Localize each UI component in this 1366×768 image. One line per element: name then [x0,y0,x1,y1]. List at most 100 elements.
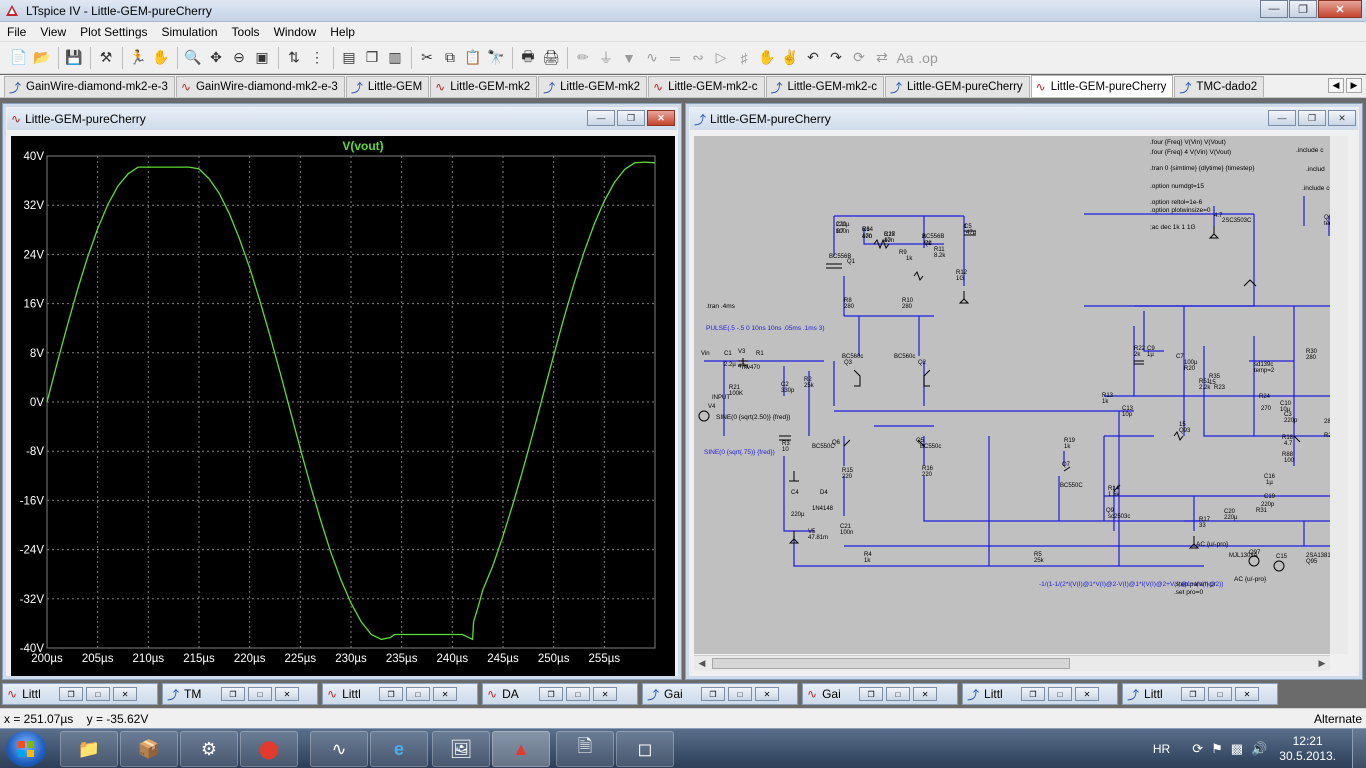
spice-directive[interactable]: .include co [1302,185,1333,192]
move-icon[interactable]: ✋ [756,47,778,69]
restore-button[interactable]: ❐ [1289,0,1317,18]
spice-directive[interactable]: .four {Freq} 4 V(Vin) V(Vout) [1150,149,1231,156]
minimized-window[interactable]: ⤴ Gai ❐ □ ✕ [642,683,798,705]
sync-icon[interactable]: ⟳ [1192,741,1203,757]
component-label[interactable]: 220 [842,474,853,480]
tab-gainwire-schematic[interactable]: ⤴ GainWire-diamond-mk2-e-3 [4,76,175,97]
pan-hand-icon[interactable]: ✋ [150,47,172,69]
component-label[interactable]: 25k [804,383,815,389]
spice-directive[interactable]: ;ac dec 1k 1 1G [1150,224,1196,231]
tab-little-gem-purecherry-plot[interactable]: ∿ Little-GEM-pureCherry [1030,75,1174,97]
menu-tools[interactable]: Tools [225,25,267,39]
component-label[interactable]: 270 [1261,406,1272,412]
component-label[interactable]: Q97 [1249,550,1261,556]
label-net-icon[interactable]: ▼ [618,47,640,69]
maximize-icon[interactable]: □ [1208,687,1233,701]
menu-plot-settings[interactable]: Plot Settings [73,25,154,39]
component-label[interactable]: 280 [1306,355,1317,361]
taskbar-word[interactable]: 🗎 [556,731,614,767]
component-label[interactable]: 2k [1134,352,1141,358]
component-label[interactable]: 10 [782,447,789,453]
component-label[interactable]: C14 [862,227,874,233]
menu-simulation[interactable]: Simulation [155,25,225,39]
ground-icon[interactable]: ⏚ [595,47,617,69]
component-label[interactable]: V4 [708,404,716,410]
component-label[interactable]: 220µ [791,512,805,518]
waveform-chart[interactable]: 200µs 205µs 210µs 215µs 220µs 225µs 230µs 235µs… [11,136,675,676]
volume-icon[interactable]: 🔊 [1251,741,1267,757]
copy-icon[interactable]: ⧉ [439,47,461,69]
maximize-icon[interactable]: □ [248,687,273,701]
component-icon[interactable]: ♯ [733,47,755,69]
component-label[interactable]: BC550c [920,444,941,450]
close-icon[interactable]: ✕ [1235,687,1260,701]
close-icon[interactable]: ✕ [755,687,780,701]
taskbar-internet-explorer[interactable]: e [370,731,428,767]
find-icon[interactable]: 🔭 [485,47,507,69]
minimize-button[interactable]: — [1268,110,1296,126]
tab-little-gem-mk2-c-plot[interactable]: ∿ Little-GEM-mk2-c [648,76,765,97]
tab-gainwire-plot[interactable]: ∿ GainWire-diamond-mk2-e-3 [175,76,345,97]
component-label[interactable]: C1 [724,351,732,357]
component-label[interactable]: V1 [924,241,932,247]
component-label[interactable]: 1k [864,558,871,564]
restore-icon[interactable]: ❐ [221,687,246,701]
text-icon[interactable]: Aa [894,47,916,69]
save-icon[interactable]: 💾 [63,47,85,69]
source-value[interactable]: AC {u/-pro} [1234,576,1267,583]
restore-icon[interactable]: ❐ [59,687,84,701]
component-label[interactable]: C19 [1264,494,1276,500]
mark-icon[interactable]: ⋮ [306,47,328,69]
trace-label[interactable]: V(vout) [342,139,383,153]
restore-icon[interactable]: ❐ [539,687,564,701]
taskbar-app-window[interactable]: 🖼 [432,731,490,767]
component-label[interactable]: 2SC3503C [1222,218,1252,224]
draw-wire-icon[interactable]: ✏ [572,47,594,69]
taskbar-app-orange[interactable]: 📦 [120,731,178,767]
component-label[interactable]: C15 [1276,554,1288,560]
component-label[interactable]: 1k [1064,444,1071,450]
resistor-icon[interactable]: ∿ [641,47,663,69]
tab-little-gem-mk2-c[interactable]: ⤴ Little-GEM-mk2-c [765,76,884,97]
component-label[interactable]: Q7 [1062,462,1071,468]
component-label[interactable]: mv470 [742,365,761,371]
clock[interactable]: 12:21 30.5.2013. [1279,734,1336,764]
source-value[interactable]: -1/(1-1/(2*I(V(I)@1*V(I)@2-V(I)@1*I(V(I)… [1039,581,1223,588]
minimize-button[interactable]: — [587,110,615,126]
close-icon[interactable]: ✕ [433,687,458,701]
component-label[interactable]: R23 [1214,385,1226,391]
component-label[interactable]: 4.7 [1284,441,1293,447]
close-button[interactable]: ✕ [1328,110,1356,126]
close-icon[interactable]: ✕ [593,687,618,701]
component-label[interactable]: 33 [1199,523,1206,529]
component-label[interactable]: R7 [836,229,844,235]
component-label[interactable]: R31 [1256,508,1268,514]
tab-little-gem-mk2-plot[interactable]: ∿ Little-GEM-mk2 [430,76,538,97]
menu-view[interactable]: View [33,25,73,39]
source-value[interactable]: AC {u/-pro} [1196,541,1229,548]
scroll-left-icon[interactable]: ◀ [694,656,710,671]
vertical-scrollbar[interactable] [1330,136,1348,654]
component-label[interactable]: Q2 [918,360,927,366]
component-label[interactable]: BC550C [812,444,835,450]
network-icon[interactable]: ▩ [1231,741,1243,757]
tab-scroll-right-icon[interactable]: ▶ [1346,78,1362,93]
minimized-window[interactable]: ∿ Gai ❐ □ ✕ [802,683,958,705]
component-label[interactable]: R1 [756,351,764,357]
open-folder-icon[interactable]: 📂 [31,47,53,69]
spice-directive[interactable]: .option plotwinsize=0 [1150,207,1211,214]
restore-icon[interactable]: ❐ [1021,687,1046,701]
component-label[interactable]: R24 [1259,394,1271,400]
component-label[interactable]: 220 [922,472,933,478]
maximize-icon[interactable]: □ [566,687,591,701]
close-icon[interactable]: ✕ [113,687,138,701]
component-label[interactable]: V3 [738,349,746,355]
component-label[interactable]: 1µ [1266,480,1273,486]
inductor-icon[interactable]: ∾ [687,47,709,69]
run-icon[interactable]: 🏃 [127,47,149,69]
component-label[interactable]: sc2503c [1108,514,1130,520]
component-label[interactable]: 280 [902,304,913,310]
component-label[interactable]: Q1 [847,259,856,265]
capacitor-icon[interactable]: ═ [664,47,686,69]
tab-little-gem-purecherry[interactable]: ⤴ Little-GEM-pureCherry [884,76,1030,97]
